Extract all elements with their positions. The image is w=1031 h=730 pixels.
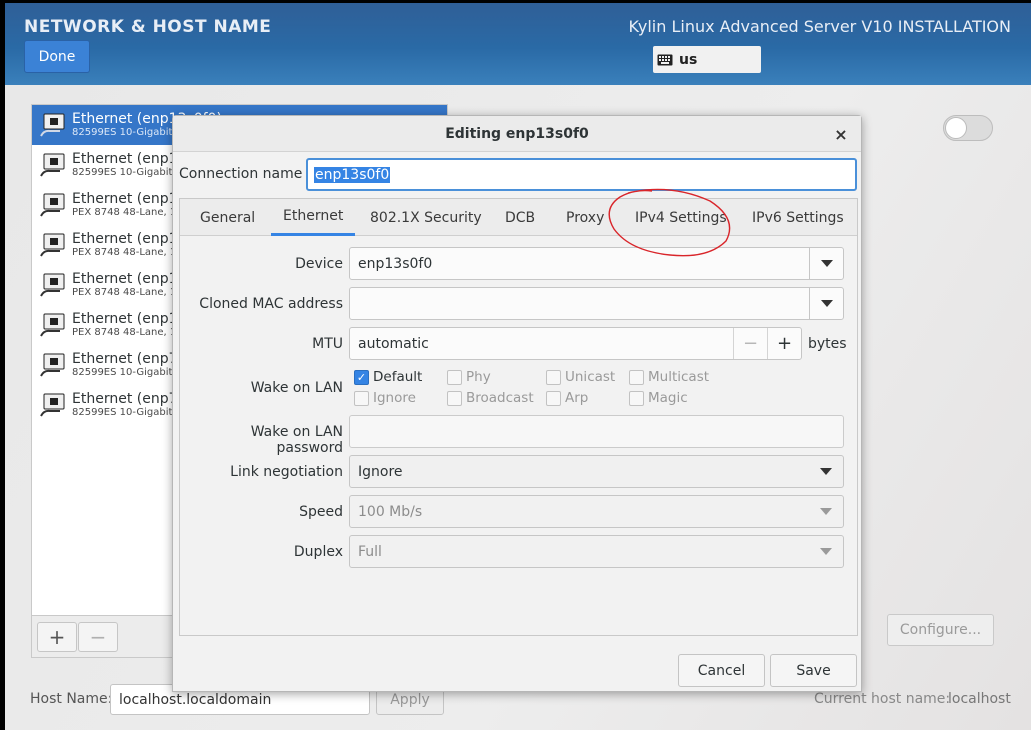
save-button[interactable]: Save bbox=[770, 654, 857, 687]
current-hostname-label: Current host name: bbox=[814, 691, 951, 707]
link-negotiation-label: Link negotiation bbox=[230, 464, 343, 480]
wol-phy-label: Phy bbox=[466, 369, 491, 385]
speed-combo[interactable]: 100 Mb/s bbox=[349, 495, 844, 528]
wol-unicast-checkbox[interactable]: Unicast bbox=[546, 369, 615, 385]
header-bar: NETWORK & HOST NAME Done Kylin Linux Adv… bbox=[5, 3, 1031, 85]
wol-magic-checkbox[interactable]: Magic bbox=[629, 390, 688, 406]
wol-default-checkbox[interactable]: ✓ Default bbox=[354, 369, 422, 385]
wol-magic-label: Magic bbox=[648, 390, 688, 406]
mtu-decrement-button[interactable]: − bbox=[733, 328, 767, 359]
mtu-label: MTU bbox=[312, 336, 343, 352]
add-device-button[interactable]: + bbox=[37, 622, 77, 652]
wol-password-input[interactable] bbox=[349, 415, 844, 448]
tab-general[interactable]: General bbox=[200, 199, 255, 236]
duplex-value: Full bbox=[358, 543, 382, 560]
chevron-down-icon bbox=[809, 456, 843, 487]
current-hostname-value: localhost bbox=[948, 691, 1011, 707]
wol-ignore-checkbox[interactable]: Ignore bbox=[354, 390, 416, 406]
chevron-down-icon bbox=[809, 248, 843, 279]
duplex-combo[interactable]: Full bbox=[349, 535, 844, 568]
wol-multicast-checkbox[interactable]: Multicast bbox=[629, 369, 709, 385]
keyboard-layout-indicator[interactable]: us bbox=[653, 46, 761, 73]
network-wired-icon bbox=[40, 233, 65, 257]
network-wired-icon bbox=[40, 313, 65, 337]
wol-unicast-label: Unicast bbox=[565, 369, 616, 385]
keyboard-layout-label: us bbox=[679, 51, 698, 68]
close-icon[interactable]: × bbox=[831, 124, 851, 144]
connection-name-label: Connection name bbox=[179, 166, 303, 182]
link-negotiation-value: Ignore bbox=[358, 463, 403, 480]
tab-dcb[interactable]: DCB bbox=[505, 199, 535, 236]
wol-default-label: Default bbox=[373, 369, 423, 385]
keyboard-icon bbox=[657, 54, 673, 65]
device-value: enp13s0f0 bbox=[358, 255, 433, 272]
wol-password-label: Wake on LAN password bbox=[250, 424, 343, 456]
connection-name-value: enp13s0f0 bbox=[314, 166, 391, 183]
wol-ignore-label: Ignore bbox=[373, 390, 416, 406]
network-wired-icon bbox=[40, 393, 65, 417]
wol-arp-label: Arp bbox=[565, 390, 589, 406]
tab-ethernet[interactable]: Ethernet bbox=[271, 199, 356, 236]
duplex-label: Duplex bbox=[293, 544, 343, 560]
tab-8021x-security[interactable]: 802.1X Security bbox=[370, 199, 482, 236]
edit-connection-dialog: Editing enp13s0f0 × Connection name enp1… bbox=[172, 115, 862, 692]
link-negotiation-combo[interactable]: Ignore bbox=[349, 455, 844, 488]
network-wired-icon bbox=[40, 273, 65, 297]
remove-device-button[interactable]: − bbox=[78, 622, 118, 652]
page-title: NETWORK & HOST NAME bbox=[24, 17, 272, 37]
cancel-button[interactable]: Cancel bbox=[678, 654, 765, 687]
dialog-title: Editing enp13s0f0 bbox=[173, 116, 861, 152]
speed-value: 100 Mb/s bbox=[358, 503, 423, 520]
tab-ipv6-settings[interactable]: IPv6 Settings bbox=[752, 199, 844, 236]
wol-broadcast-label: Broadcast bbox=[466, 390, 534, 406]
product-title: Kylin Linux Advanced Server V10 INSTALLA… bbox=[628, 17, 1011, 36]
wol-phy-checkbox[interactable]: Phy bbox=[447, 369, 491, 385]
chevron-down-icon bbox=[809, 536, 843, 567]
done-button[interactable]: Done bbox=[24, 40, 90, 73]
chevron-down-icon bbox=[809, 496, 843, 527]
tab-proxy[interactable]: Proxy bbox=[566, 199, 604, 236]
toggle-knob bbox=[945, 117, 967, 139]
network-wired-icon bbox=[40, 113, 65, 137]
network-wired-icon bbox=[40, 353, 65, 377]
network-wired-icon bbox=[40, 153, 65, 177]
mtu-spinbutton[interactable]: automatic − + bbox=[349, 327, 802, 360]
check-icon: ✓ bbox=[354, 369, 369, 385]
mtu-unit-label: bytes bbox=[808, 336, 847, 352]
wake-on-lan-label: Wake on LAN bbox=[250, 380, 343, 396]
chevron-down-icon bbox=[809, 288, 843, 319]
connection-name-input[interactable]: enp13s0f0 bbox=[306, 158, 857, 191]
device-combo[interactable]: enp13s0f0 bbox=[349, 247, 844, 280]
cloned-mac-combo[interactable] bbox=[349, 287, 844, 320]
hostname-label: Host Name: bbox=[30, 691, 113, 707]
wol-arp-checkbox[interactable]: Arp bbox=[546, 390, 588, 406]
wol-broadcast-checkbox[interactable]: Broadcast bbox=[447, 390, 534, 406]
cloned-mac-label: Cloned MAC address bbox=[199, 296, 343, 312]
speed-label: Speed bbox=[299, 504, 343, 520]
tab-bar: General Ethernet 802.1X Security DCB Pro… bbox=[180, 199, 857, 236]
configure-button[interactable]: Configure... bbox=[887, 614, 994, 646]
tab-ipv4-settings[interactable]: IPv4 Settings bbox=[635, 199, 727, 236]
mtu-increment-button[interactable]: + bbox=[767, 328, 801, 359]
device-label: Device bbox=[295, 256, 343, 272]
mtu-value: automatic bbox=[358, 335, 429, 352]
wol-multicast-label: Multicast bbox=[648, 369, 710, 385]
connection-toggle-switch[interactable] bbox=[943, 115, 993, 141]
network-wired-icon bbox=[40, 193, 65, 217]
